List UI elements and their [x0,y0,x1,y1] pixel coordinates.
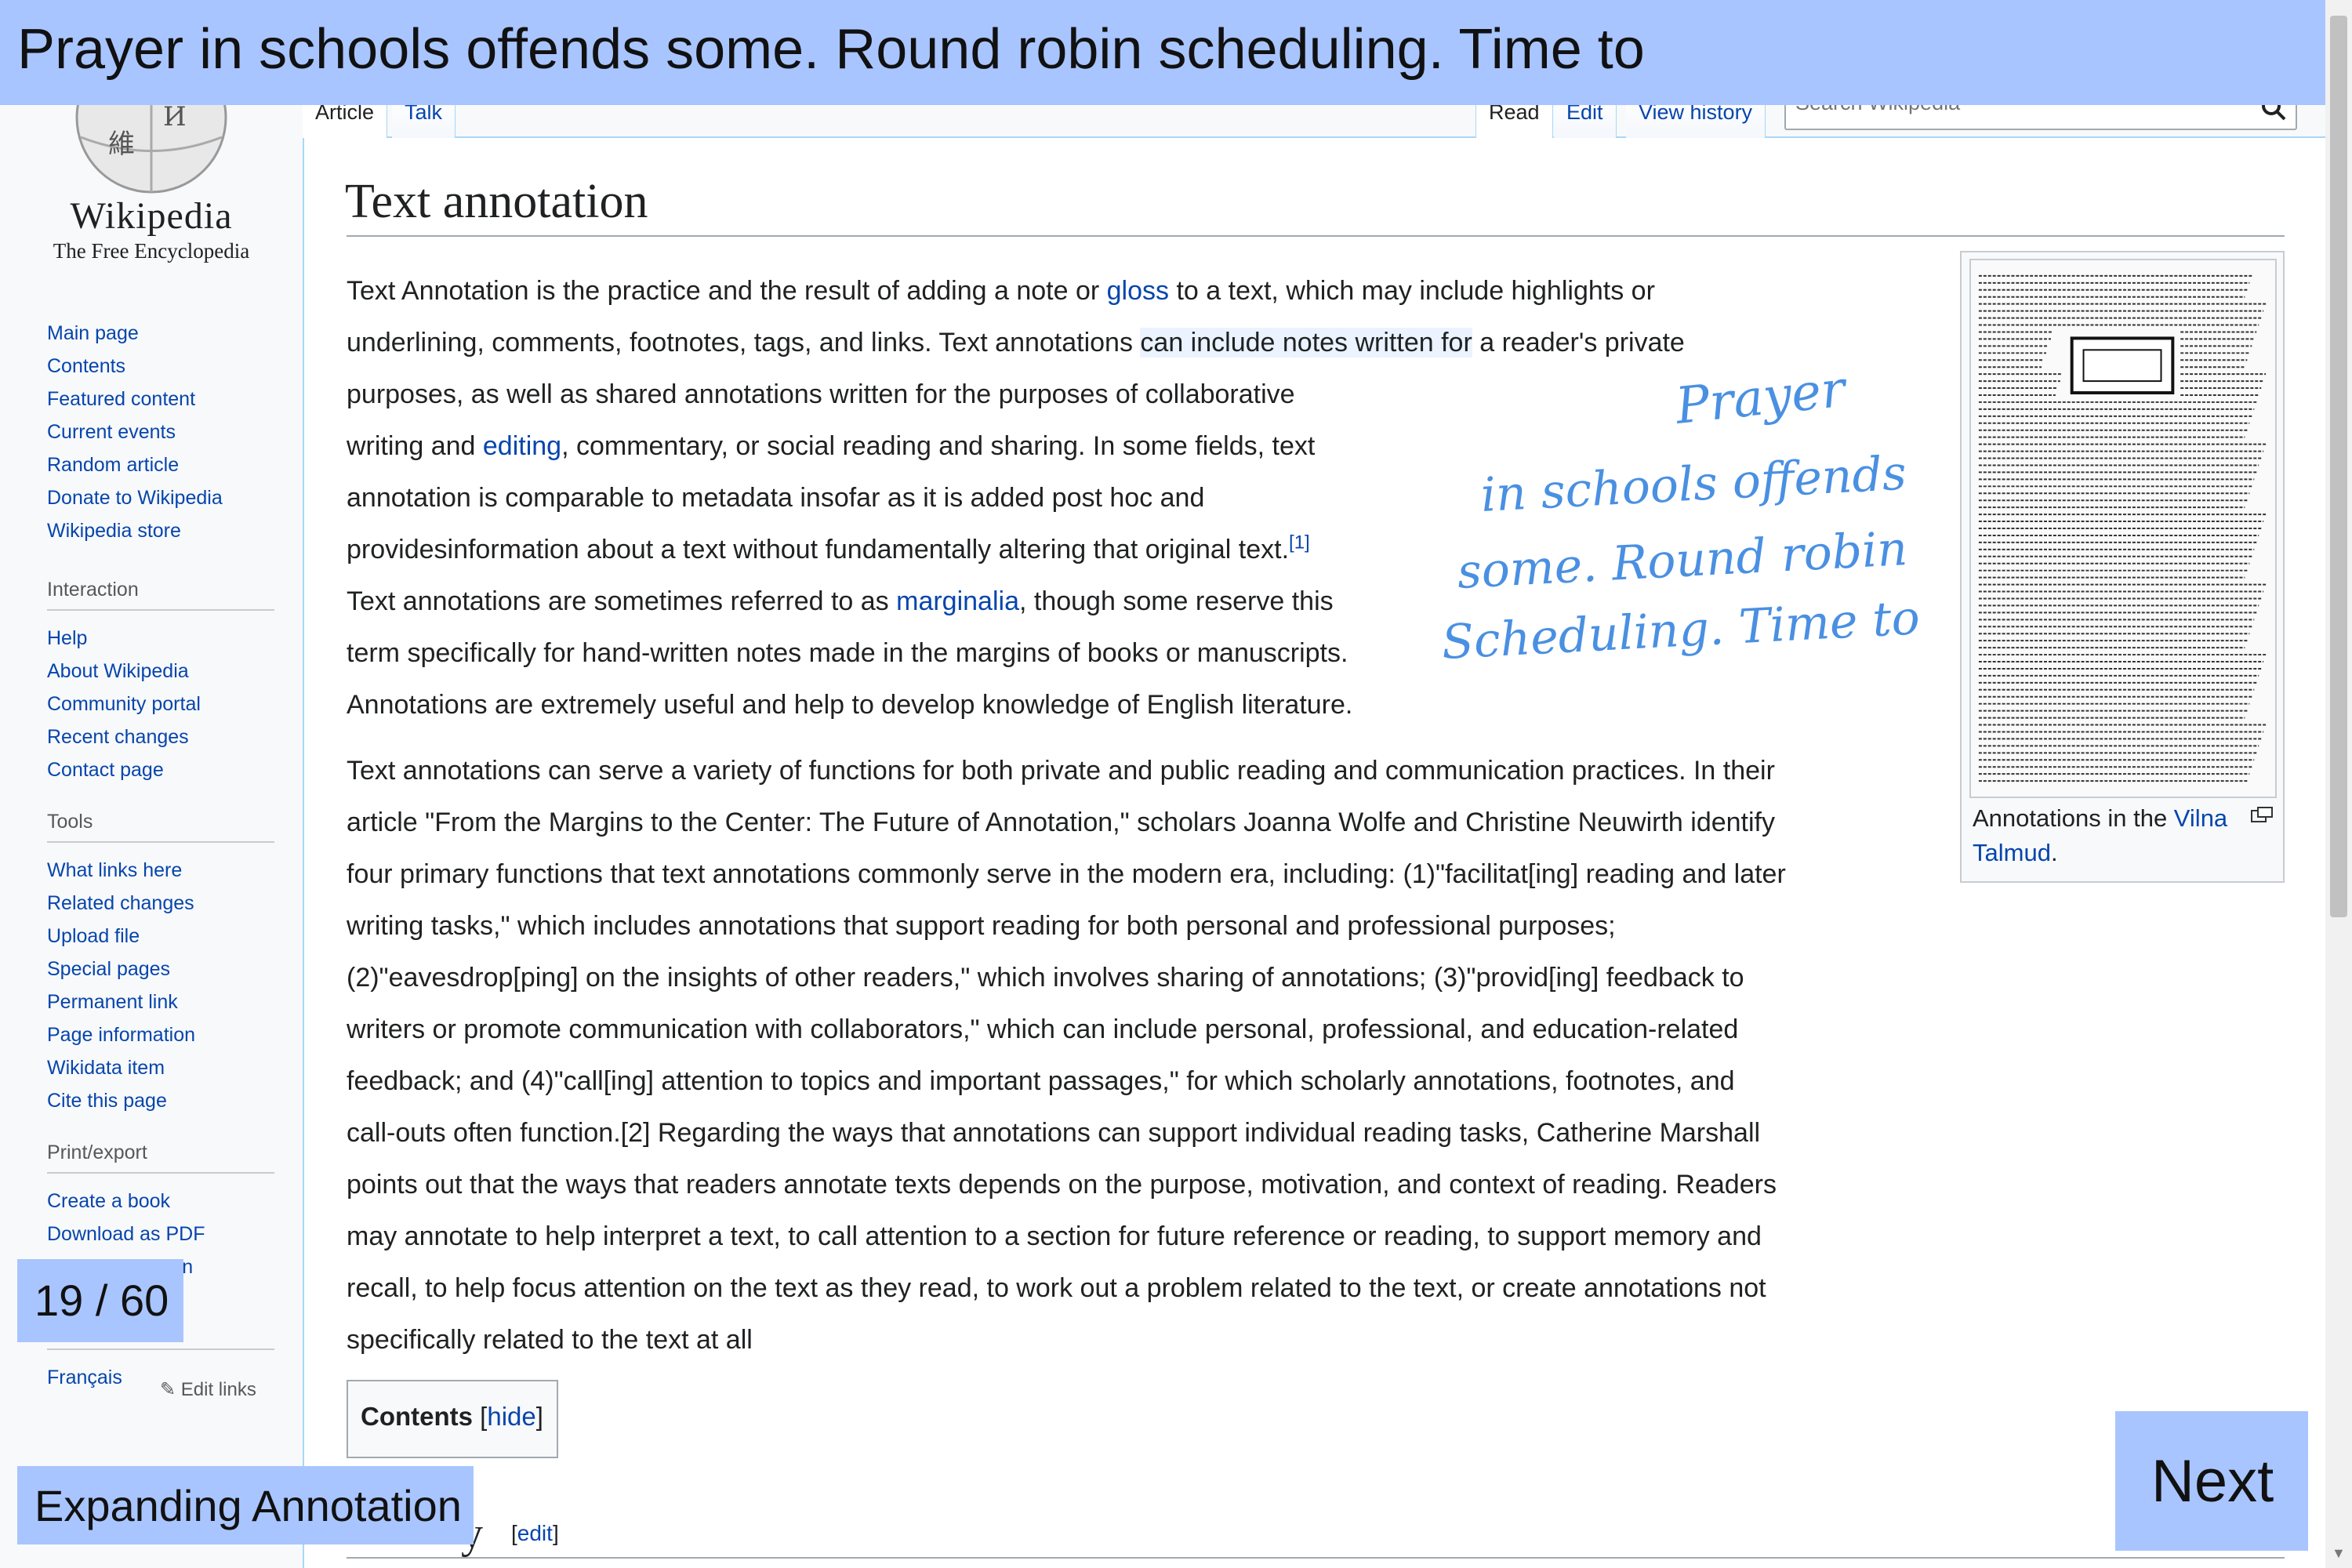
nav-download-pdf[interactable]: Download as PDF [47,1218,274,1250]
nav-tools: Tools What links here Related changes Up… [47,811,274,1117]
paragraph-2-line: (2)"eavesdrop[ping] on the insights of o… [347,963,1744,993]
nav-main-page[interactable]: Main page [47,317,274,350]
nav-main: Main page Contents Featured content Curr… [47,317,274,547]
paragraph-2-line: call-outs often function.[2] Regarding t… [347,1118,1761,1148]
vilna-talmud-page-image[interactable] [1969,259,2277,798]
nav-donate[interactable]: Donate to Wikipedia [47,481,274,514]
paragraph-2-line: article "From the Margins to the Center:… [347,808,1776,837]
nav-store[interactable]: Wikipedia store [47,514,274,547]
nav-page-information[interactable]: Page information [47,1018,274,1051]
thumbnail-caption: Annotations in the Vilna Talmud. [1973,804,2228,866]
nav-special-pages[interactable]: Special pages [47,953,274,985]
paragraph-1-line-5: annotation is comparable to metadata ins… [347,483,1205,513]
paragraph-1-line-4: writing and editing, commentary, or soci… [347,431,1316,461]
nav-featured-content[interactable]: Featured content [47,383,274,416]
nav-related-changes[interactable]: Related changes [47,887,274,920]
paragraph-1-line-1: Text Annotation is the practice and the … [347,276,1655,306]
nav-contents[interactable]: Contents [47,350,274,383]
page-title: Text annotation [345,175,648,228]
citation-1[interactable]: [1] [1289,532,1310,554]
nav-print-heading: Print/export [47,1142,274,1174]
text-selection-highlight: can include notes written for [1140,328,1472,358]
ink-line: in schools offends [1479,446,1907,523]
nav-interaction: Interaction Help About Wikipedia Communi… [47,579,274,786]
page-counter: 19 / 60 [17,1259,183,1342]
nav-interaction-heading: Interaction [47,579,274,611]
nav-contact-page[interactable]: Contact page [47,753,274,786]
paragraph-1-line-8: term specifically for hand-written notes… [347,638,1348,668]
nav-upload-file[interactable]: Upload file [47,920,274,953]
nav-wikidata-item[interactable]: Wikidata item [47,1051,274,1084]
paragraph-2-line: points out that the ways that readers an… [347,1170,1777,1200]
paragraph-2-line: may annotate to help interpret a text, t… [347,1221,1762,1251]
svg-text:И: И [163,101,187,132]
section-edit-link[interactable]: edit [517,1521,553,1545]
nav-tools-heading: Tools [47,811,274,843]
svg-text:維: 維 [108,129,135,160]
section-edit: [edit] [511,1521,559,1545]
handwritten-annotation[interactable]: Prayer in schools offends some. Round ro… [1443,329,1944,698]
section-divider [347,1557,2285,1559]
paragraph-2-line: Text annotations can serve a variety of … [347,756,1775,786]
paragraph-1-line-6: providesinformation about a text without… [347,532,1310,564]
vertical-scrollbar[interactable]: ▼ [2325,0,2352,1568]
nav-create-book[interactable]: Create a book [47,1185,274,1218]
enlarge-icon[interactable] [2250,806,2274,825]
scrollbar-thumb[interactable] [2330,16,2347,917]
paragraph-1-line-3: purposes, as well as shared annotations … [347,379,1295,409]
edit-links-label: Edit links [180,1379,256,1400]
ink-line: some. Round robin [1456,521,1908,600]
paragraph-2-line: feedback; and (4)"call[ing] attention to… [347,1066,1735,1096]
nav-random-article[interactable]: Random article [47,448,274,481]
link-gloss[interactable]: gloss [1107,276,1169,306]
table-of-contents: Contents [hide] [347,1380,558,1458]
nav-recent-changes[interactable]: Recent changes [47,720,274,753]
wikipedia-tagline: The Free Encyclopedia [53,239,250,263]
ink-line: Scheduling. Time to [1443,590,1921,670]
scroll-down-arrow-icon[interactable]: ▼ [2332,1545,2346,1562]
nav-what-links-here[interactable]: What links here [47,854,274,887]
nav-permanent-link[interactable]: Permanent link [47,985,274,1018]
ink-line: Prayer [1672,360,1850,436]
paragraph-1-line-7: Text annotations are sometimes referred … [347,586,1334,616]
nav-cite-this-page[interactable]: Cite this page [47,1084,274,1117]
paragraph-2-line: specifically related to the text at all [347,1325,753,1355]
toc-title: Contents [361,1402,473,1431]
mode-label: Expanding Annotation [17,1466,474,1544]
nav-about[interactable]: About Wikipedia [47,655,274,688]
link-marginalia[interactable]: marginalia [896,586,1019,616]
edit-links[interactable]: ✎ Edit links [160,1378,256,1401]
nav-help[interactable]: Help [47,622,274,655]
pencil-icon: ✎ [160,1379,176,1400]
nav-community-portal[interactable]: Community portal [47,688,274,720]
toc-hide-link[interactable]: hide [487,1402,535,1431]
paragraph-1-line-9: Annotations are extremely useful and hel… [347,690,1353,720]
paragraph-2-line: four primary functions that text annotat… [347,859,1786,889]
paragraph-2-line: writers or promote communication with co… [347,1014,1739,1044]
wikipedia-wordmark: Wikipedia [70,195,233,237]
next-button[interactable]: Next [2115,1411,2308,1551]
thumbnail-figure: Annotations in the Vilna Talmud. [1960,251,2285,883]
recognized-text-banner: Prayer in schools offends some. Round ro… [0,0,2325,105]
paragraph-2-line: recall, to help focus attention on the t… [347,1273,1766,1303]
title-divider [347,235,2285,237]
paragraph-2-line: writing tasks," which includes annotatio… [347,911,1616,941]
link-editing[interactable]: editing [483,431,561,461]
nav-current-events[interactable]: Current events [47,416,274,448]
